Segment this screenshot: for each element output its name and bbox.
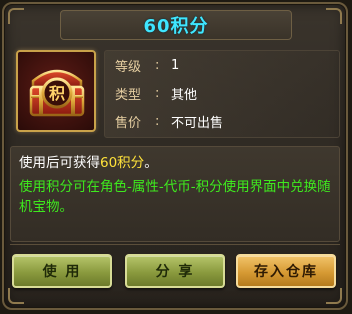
corner-ornament [326, 8, 342, 24]
type-label: 类型 [115, 87, 142, 103]
medallion-glyph: 积 [49, 84, 65, 103]
divider [10, 244, 340, 245]
type-value: 其他 [171, 87, 198, 103]
price-label: 售价 [115, 115, 142, 131]
store-in-warehouse-button[interactable]: 存入仓库 [236, 254, 336, 288]
use-button[interactable]: 使 用 [12, 254, 112, 288]
share-button[interactable]: 分 享 [125, 254, 225, 288]
level-label: 等级 [115, 59, 142, 75]
description-suffix: 。 [144, 155, 158, 171]
description-highlight: 60积分 [100, 155, 145, 171]
corner-ornament [8, 288, 24, 304]
level-value: 1 [171, 57, 180, 73]
item-icon-frame: 积 [16, 50, 96, 132]
item-title: 60积分 [143, 16, 209, 37]
description-effect: 使用后可获得60积分。 [19, 153, 333, 173]
title-bar: 60积分 [60, 10, 292, 40]
item-info: 等级 : 1 类型 : 其他 售价 : 不可出售 [104, 50, 340, 138]
separator: : [155, 85, 160, 101]
corner-ornament [326, 288, 342, 304]
price-value: 不可出售 [171, 115, 224, 131]
item-description: 使用后可获得60积分。 使用积分可在角色-属性-代币-积分使用界面中兑换随机宝物… [10, 146, 340, 242]
description-prefix: 使用后可获得 [19, 155, 100, 171]
type-row: 类型 : 其他 [115, 83, 197, 103]
corner-ornament [8, 8, 24, 24]
price-row: 售价 : 不可出售 [115, 111, 223, 131]
separator: : [155, 57, 160, 73]
description-hint: 使用积分可在角色-属性-代币-积分使用界面中兑换随机宝物。 [19, 179, 331, 215]
points-chest-icon: 积 [29, 69, 85, 117]
level-row: 等级 : 1 [115, 55, 179, 75]
separator: : [155, 113, 160, 129]
